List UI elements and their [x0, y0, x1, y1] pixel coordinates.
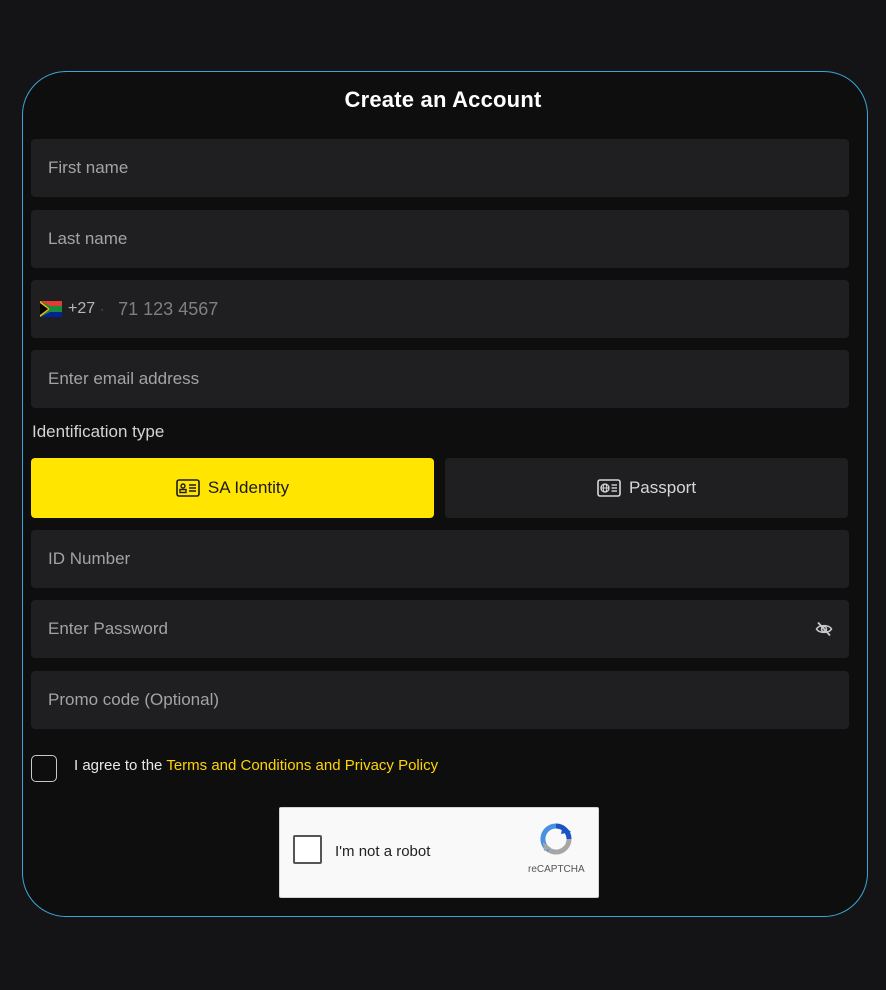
south-africa-flag-icon: [40, 301, 62, 317]
id-number-placeholder: ID Number: [48, 549, 131, 568]
recaptcha-label: I'm not a robot: [335, 843, 431, 860]
terms-link[interactable]: Terms and Conditions and Privacy Policy: [166, 757, 438, 774]
terms-checkbox[interactable]: [31, 755, 57, 782]
passport-icon: [597, 479, 621, 497]
passport-button[interactable]: Passport: [445, 458, 848, 518]
page-title: Create an Account: [344, 87, 542, 112]
first-name-placeholder: First name: [48, 158, 129, 177]
sa-identity-button[interactable]: SA Identity: [31, 458, 434, 518]
last-name-field[interactable]: Last name: [31, 210, 849, 268]
id-card-icon: [176, 479, 200, 497]
promo-code-placeholder: Promo code (Optional): [48, 690, 220, 709]
country-code-separator: ·: [100, 302, 105, 316]
eye-off-icon[interactable]: [815, 620, 833, 638]
terms-agreement: I agree to the Terms and Conditions and …: [74, 757, 438, 774]
agree-text: I agree to the: [74, 757, 163, 774]
passport-label: Passport: [628, 478, 697, 497]
recaptcha-logo-icon: [540, 823, 572, 855]
recaptcha-brand: reCAPTCHA: [528, 864, 585, 875]
email-placeholder: Enter email address: [48, 369, 200, 388]
first-name-field[interactable]: First name: [31, 139, 849, 197]
sa-identity-label: SA Identity: [207, 478, 290, 497]
recaptcha-checkbox[interactable]: [293, 835, 322, 864]
password-field[interactable]: Enter Password: [31, 600, 849, 658]
last-name-placeholder: Last name: [48, 229, 128, 248]
screen: Create an Account First name Last name +…: [0, 0, 886, 990]
country-selector[interactable]: +27 ·: [40, 300, 104, 318]
id-number-field[interactable]: ID Number: [31, 530, 849, 588]
phone-field[interactable]: +27 · 71 123 4567: [31, 280, 849, 338]
email-field[interactable]: Enter email address: [31, 350, 849, 408]
id-type-label: Identification type: [32, 422, 165, 441]
recaptcha-widget: I'm not a robot reCAPTCHA: [279, 807, 599, 898]
password-placeholder: Enter Password: [48, 619, 168, 638]
phone-placeholder: 71 123 4567: [118, 298, 219, 319]
promo-code-field[interactable]: Promo code (Optional): [31, 671, 849, 729]
country-code: +27: [68, 300, 96, 317]
